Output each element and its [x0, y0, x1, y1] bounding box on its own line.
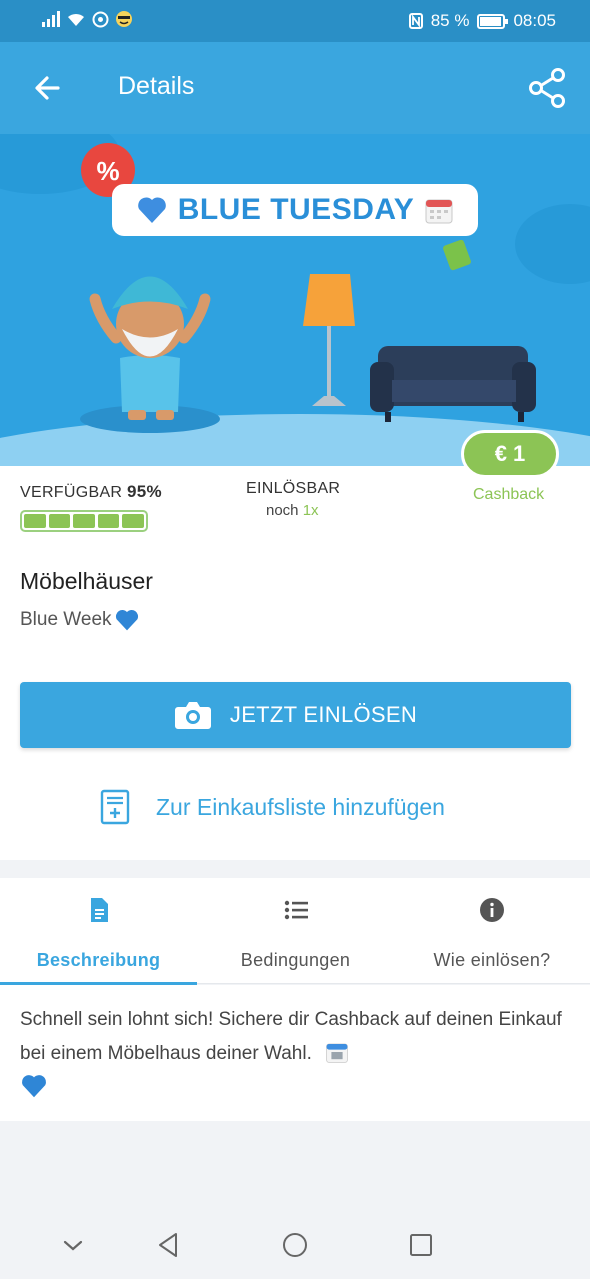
tab-description-label: Beschreibung — [36, 950, 161, 970]
calendar-icon — [326, 1043, 348, 1063]
progress-segment — [24, 514, 46, 528]
list-icon — [284, 900, 308, 920]
whatsapp-icon — [92, 11, 109, 27]
description-panel: Schnell sein lohnt sich! Sichere dir Cas… — [0, 985, 590, 1121]
availability-value: 95% — [127, 482, 162, 501]
cashback-label: Cashback — [473, 486, 545, 503]
back-arrow-icon[interactable] — [28, 68, 68, 108]
progress-segment — [48, 514, 71, 528]
avatar-icon — [116, 11, 132, 27]
tab-how-to-redeem[interactable]: Wie einlösen? — [394, 878, 590, 984]
availability-label: VERFÜGBAR — [20, 484, 123, 501]
document-icon — [90, 898, 108, 922]
offer-banner: % BLUE TUESDAY — [0, 134, 590, 466]
app-bar: Details — [0, 42, 590, 134]
status-icons-left — [42, 10, 133, 28]
share-icon[interactable] — [526, 66, 570, 110]
progress-segment — [73, 514, 95, 528]
banner-title: BLUE TUESDAY — [177, 193, 415, 226]
offer-card: VERFÜGBAR 95% EINLÖSBAR noch 1x € 1 Cash… — [0, 430, 590, 860]
redeemable-count-value: 1x — [302, 502, 319, 519]
availability-progress — [20, 510, 148, 532]
availability: VERFÜGBAR 95% — [20, 482, 162, 502]
battery-percent: 85 % — [430, 11, 470, 30]
blue-heart-icon — [115, 610, 138, 631]
redeem-now-button[interactable]: JETZT EINLÖSEN — [20, 682, 571, 748]
info-icon — [480, 898, 504, 922]
battery-icon — [477, 13, 509, 29]
merchant-name: Möbelhäuser — [20, 568, 153, 594]
blue-heart-icon — [137, 197, 166, 223]
page-title: Details — [118, 72, 195, 100]
tab-conditions[interactable]: Bedingungen — [197, 878, 394, 984]
tab-conditions-label: Bedingungen — [240, 950, 351, 970]
recents-square-icon[interactable] — [406, 1230, 436, 1260]
redeem-now-label: JETZT EINLÖSEN — [229, 702, 418, 727]
offer-subtitle: Blue Week — [20, 608, 140, 632]
battery-fill — [480, 16, 501, 26]
add-to-shopping-list-label: Zur Einkaufsliste hinzufügen — [156, 793, 445, 820]
back-triangle-icon[interactable] — [154, 1230, 184, 1260]
progress-segment — [122, 514, 144, 528]
status-icons-right: 85 % 08:05 — [408, 11, 556, 31]
shopping-list-add-icon — [100, 789, 130, 825]
calendar-icon — [425, 199, 453, 224]
percent-badge: % — [96, 156, 119, 186]
redeemable-count: noch 1x — [266, 502, 319, 519]
tab-description[interactable]: Beschreibung — [0, 878, 197, 985]
blue-heart-icon — [22, 1075, 46, 1098]
description-text: Schnell sein lohnt sich! Sichere dir Cas… — [20, 1009, 562, 1064]
status-bar: 85 % 08:05 — [0, 0, 590, 42]
home-circle-icon[interactable] — [280, 1230, 310, 1260]
offer-subtitle-text: Blue Week — [20, 609, 112, 630]
banner-title-box: BLUE TUESDAY — [112, 184, 478, 236]
system-nav-bar — [0, 1210, 590, 1279]
clock: 08:05 — [513, 11, 556, 30]
progress-segment — [97, 514, 120, 528]
detail-tabs: Beschreibung Bedingungen Wie einlösen? — [0, 878, 590, 985]
signal-icon — [42, 11, 60, 27]
tab-how-to-redeem-label: Wie einlösen? — [433, 950, 551, 970]
nfc-icon — [408, 13, 423, 29]
wifi-icon — [68, 13, 84, 26]
chevron-down-icon[interactable] — [58, 1230, 88, 1260]
add-to-shopping-list-button[interactable]: Zur Einkaufsliste hinzufügen — [100, 784, 445, 830]
redeemable-prefix: noch — [266, 502, 299, 519]
camera-icon — [174, 702, 211, 729]
cashback-badge: € 1 — [461, 430, 559, 478]
redeemable-label: EINLÖSBAR — [246, 480, 341, 497]
